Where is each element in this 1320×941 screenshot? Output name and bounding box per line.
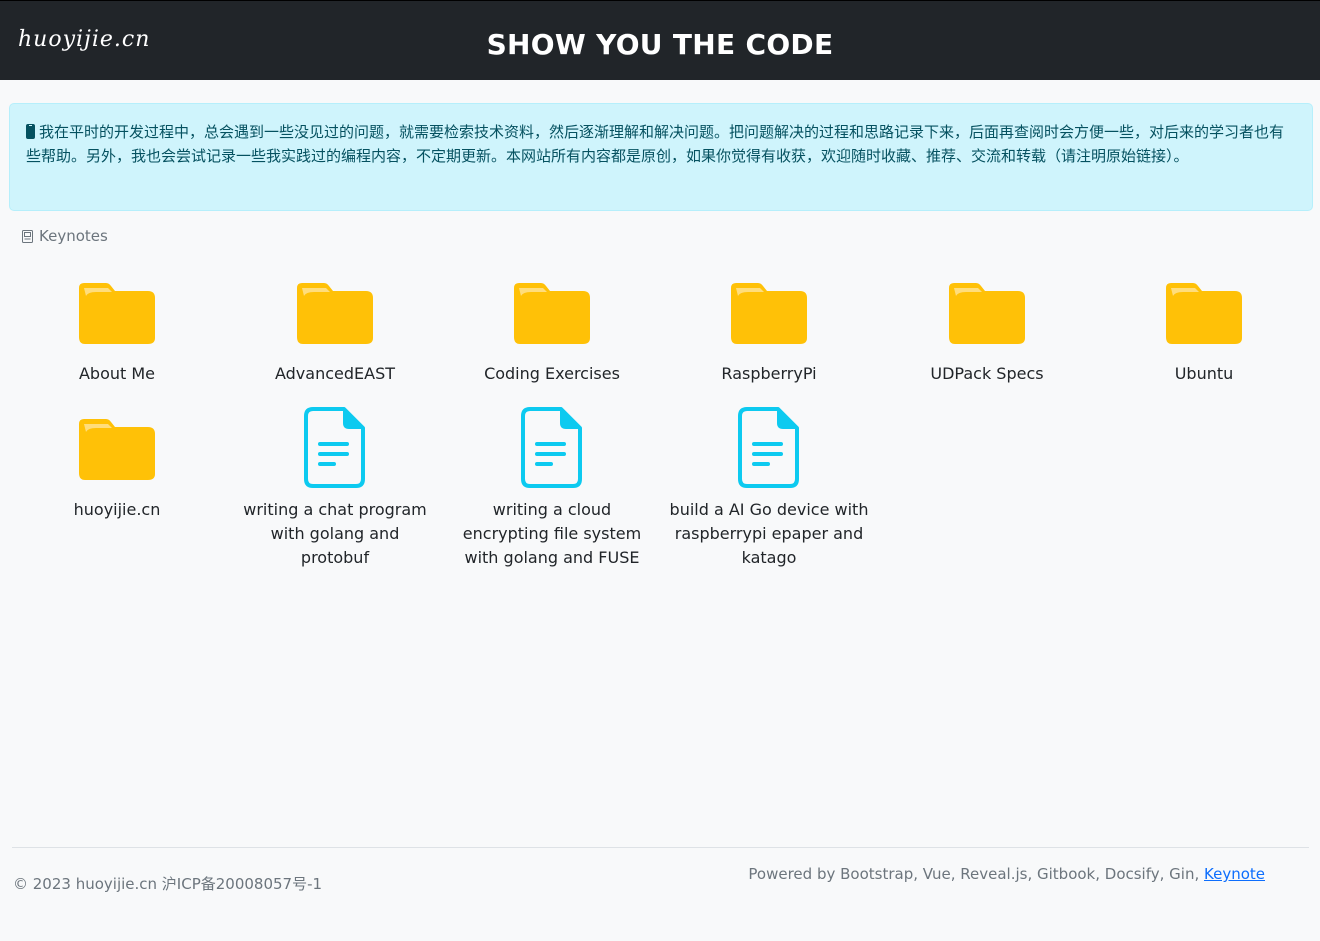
item-label: writing a cloud encrypting file system w… <box>462 500 642 567</box>
section-heading: Keynotes <box>22 227 108 245</box>
item-label: AdvancedEAST <box>274 364 395 383</box>
keynote-link[interactable]: Keynote <box>1204 865 1265 883</box>
section-heading-label: Keynotes <box>39 227 108 245</box>
folder-item-about-me[interactable]: About Me <box>17 270 217 386</box>
document-item-chat-program[interactable]: writing a chat program with golang and p… <box>235 406 435 570</box>
folder-item-huoyijie[interactable]: huoyijie.cn <box>17 406 217 522</box>
folder-icon <box>949 283 1025 344</box>
top-navbar: huoyijie.cn SHOW YOU THE CODE <box>0 0 1320 80</box>
site-title: SHOW YOU THE CODE <box>486 28 834 61</box>
item-label: Coding Exercises <box>484 364 620 383</box>
item-label: UDPack Specs <box>930 364 1044 383</box>
item-label: writing a chat program with golang and p… <box>243 500 427 567</box>
folder-icon <box>79 283 155 344</box>
powered-by-text: Powered by Bootstrap, Vue, Reveal.js, Gi… <box>748 865 1204 883</box>
folder-item-coding-exercises[interactable]: Coding Exercises <box>452 270 652 386</box>
document-icon <box>521 407 582 488</box>
item-label: huoyijie.cn <box>73 500 161 519</box>
document-item-cloud-encrypting-fs[interactable]: writing a cloud encrypting file system w… <box>452 406 652 570</box>
folder-icon <box>79 419 155 480</box>
folder-icon <box>514 283 590 344</box>
item-label: Ubuntu <box>1174 364 1234 383</box>
item-label: About Me <box>78 364 156 383</box>
folder-icon <box>731 283 807 344</box>
mobile-phone-icon <box>26 124 35 139</box>
folder-item-raspberrypi[interactable]: RaspberryPi <box>669 270 869 386</box>
document-icon <box>738 407 799 488</box>
item-label: build a AI Go device with raspberrypi ep… <box>669 500 869 567</box>
footer-powered-by: Powered by Bootstrap, Vue, Reveal.js, Gi… <box>748 865 1265 883</box>
footer-divider <box>12 847 1309 848</box>
folder-icon <box>1166 283 1242 344</box>
document-icon <box>304 407 365 488</box>
folder-item-ubuntu[interactable]: Ubuntu <box>1104 270 1304 386</box>
document-item-ai-go-device[interactable]: build a AI Go device with raspberrypi ep… <box>669 406 869 570</box>
intro-notice: 我在平时的开发过程中，总会遇到一些没见过的问题，就需要检索技术资料，然后逐渐理解… <box>9 103 1313 211</box>
keynote-icon <box>22 229 33 243</box>
folder-item-advancedeast[interactable]: AdvancedEAST <box>235 270 435 386</box>
footer-copyright: © 2023 huoyijie.cn 沪ICP备20008057号-1 <box>13 875 323 893</box>
folder-item-udpack-specs[interactable]: UDPack Specs <box>887 270 1087 386</box>
folder-icon <box>297 283 373 344</box>
intro-notice-text: 我在平时的开发过程中，总会遇到一些没见过的问题，就需要检索技术资料，然后逐渐理解… <box>26 123 1285 165</box>
item-label: RaspberryPi <box>721 364 817 383</box>
